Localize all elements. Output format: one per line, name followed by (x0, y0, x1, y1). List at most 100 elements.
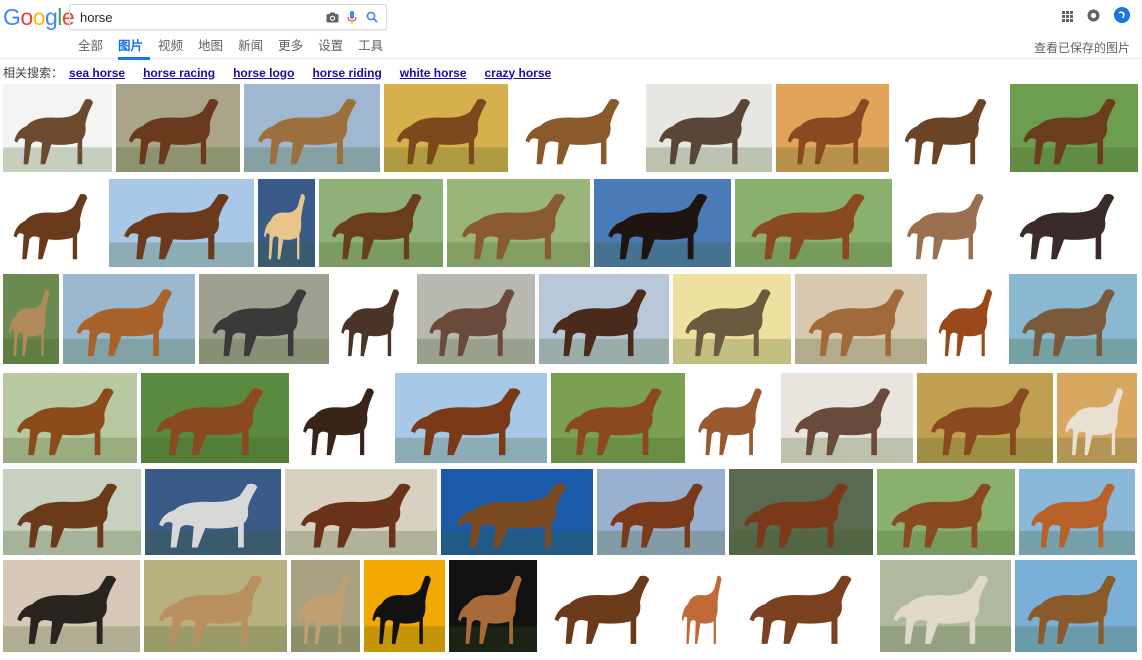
tab-all[interactable]: 全部 (78, 35, 110, 60)
related-link-text: horse (430, 65, 467, 80)
image-result[interactable] (364, 560, 445, 652)
saved-images-link[interactable]: 查看已保存的图片 (1034, 39, 1130, 56)
image-result[interactable] (735, 560, 876, 652)
image-result[interactable] (145, 469, 281, 555)
search-input[interactable] (78, 8, 322, 26)
related-link-text: horse riding (312, 65, 382, 80)
image-result[interactable] (676, 560, 731, 652)
image-result[interactable] (1015, 560, 1137, 652)
horse-thumbnail (539, 289, 669, 364)
image-result[interactable] (776, 84, 889, 172)
logo-letter: G (3, 4, 21, 30)
image-result[interactable] (3, 274, 59, 364)
related-link[interactable]: horse riding (312, 66, 381, 80)
image-result[interactable] (447, 179, 590, 267)
related-link[interactable]: white horse (400, 66, 467, 80)
horse-thumbnail (1009, 289, 1137, 364)
search-icon[interactable] (362, 7, 382, 27)
image-result[interactable] (144, 560, 287, 652)
horse-thumbnail (141, 388, 289, 463)
image-result[interactable] (109, 179, 254, 267)
apps-grid-icon[interactable] (1062, 9, 1073, 27)
image-result[interactable] (3, 84, 112, 172)
tab-maps[interactable]: 地图 (198, 35, 230, 60)
related-link[interactable]: crazy horse (484, 66, 551, 80)
image-result[interactable] (417, 274, 535, 364)
image-result[interactable] (395, 373, 547, 463)
image-result[interactable] (63, 274, 195, 364)
tab-videos[interactable]: 视频 (158, 35, 190, 60)
image-result[interactable] (597, 469, 725, 555)
image-result[interactable] (293, 373, 391, 463)
image-result[interactable] (917, 373, 1053, 463)
tab-news[interactable]: 新闻 (238, 35, 270, 60)
image-result[interactable] (646, 84, 772, 172)
google-logo[interactable]: Google (3, 4, 75, 31)
tab-images[interactable]: 图片 (118, 35, 151, 60)
image-result[interactable] (3, 373, 137, 463)
notifications-icon[interactable] (1087, 9, 1100, 27)
image-result[interactable] (199, 274, 329, 364)
camera-icon[interactable] (322, 7, 342, 27)
image-result[interactable] (116, 84, 240, 172)
header-actions (1062, 7, 1130, 28)
image-result[interactable] (244, 84, 380, 172)
image-result[interactable] (384, 84, 508, 172)
image-result[interactable] (896, 179, 1002, 267)
horse-thumbnail (893, 99, 1006, 172)
image-result[interactable] (539, 274, 669, 364)
image-result[interactable] (1009, 274, 1137, 364)
account-icon[interactable] (1114, 7, 1130, 28)
image-result[interactable] (781, 373, 913, 463)
related-link[interactable]: horse racing (143, 66, 215, 80)
tab-tools[interactable]: 工具 (358, 35, 390, 60)
image-result[interactable] (319, 179, 443, 267)
tab-settings[interactable]: 设置 (318, 35, 350, 60)
image-result[interactable] (880, 560, 1011, 652)
image-result[interactable] (551, 373, 685, 463)
horse-thumbnail (395, 388, 547, 463)
image-result[interactable] (3, 179, 105, 267)
horse-thumbnail (63, 289, 195, 364)
image-result[interactable] (285, 469, 437, 555)
image-result[interactable] (1010, 84, 1138, 172)
horse-thumbnail (3, 289, 59, 364)
image-result[interactable] (795, 274, 927, 364)
image-result[interactable] (931, 274, 1005, 364)
image-result[interactable] (689, 373, 777, 463)
image-result[interactable] (3, 469, 141, 555)
image-result[interactable] (512, 84, 642, 172)
horse-thumbnail (384, 99, 508, 172)
image-result[interactable] (1057, 373, 1137, 463)
related-link[interactable]: horse logo (233, 66, 294, 80)
image-result[interactable] (291, 560, 360, 652)
related-link[interactable]: sea horse (69, 66, 125, 80)
related-link-text: horse racing (143, 65, 216, 80)
horse-thumbnail (541, 575, 672, 652)
horse-thumbnail (1006, 194, 1137, 267)
horse-thumbnail (293, 388, 391, 463)
image-result[interactable] (673, 274, 791, 364)
horse-thumbnail (1010, 99, 1138, 172)
image-result[interactable] (541, 560, 672, 652)
image-result[interactable] (258, 179, 315, 267)
image-result[interactable] (1006, 179, 1137, 267)
image-result[interactable] (3, 560, 140, 652)
tab-more[interactable]: 更多 (278, 35, 310, 60)
horse-thumbnail (1019, 483, 1135, 555)
image-result[interactable] (141, 373, 289, 463)
image-result[interactable] (729, 469, 873, 555)
horse-thumbnail (795, 289, 927, 364)
image-result[interactable] (877, 469, 1015, 555)
image-result[interactable] (333, 274, 413, 364)
horse-thumbnail (735, 575, 876, 652)
image-result[interactable] (449, 560, 537, 652)
image-result[interactable] (1019, 469, 1135, 555)
image-result[interactable] (441, 469, 593, 555)
horse-thumbnail (673, 289, 791, 364)
mic-icon[interactable] (342, 7, 362, 27)
horse-thumbnail (244, 99, 380, 172)
image-result[interactable] (594, 179, 731, 267)
image-result[interactable] (893, 84, 1006, 172)
image-result[interactable] (735, 179, 892, 267)
